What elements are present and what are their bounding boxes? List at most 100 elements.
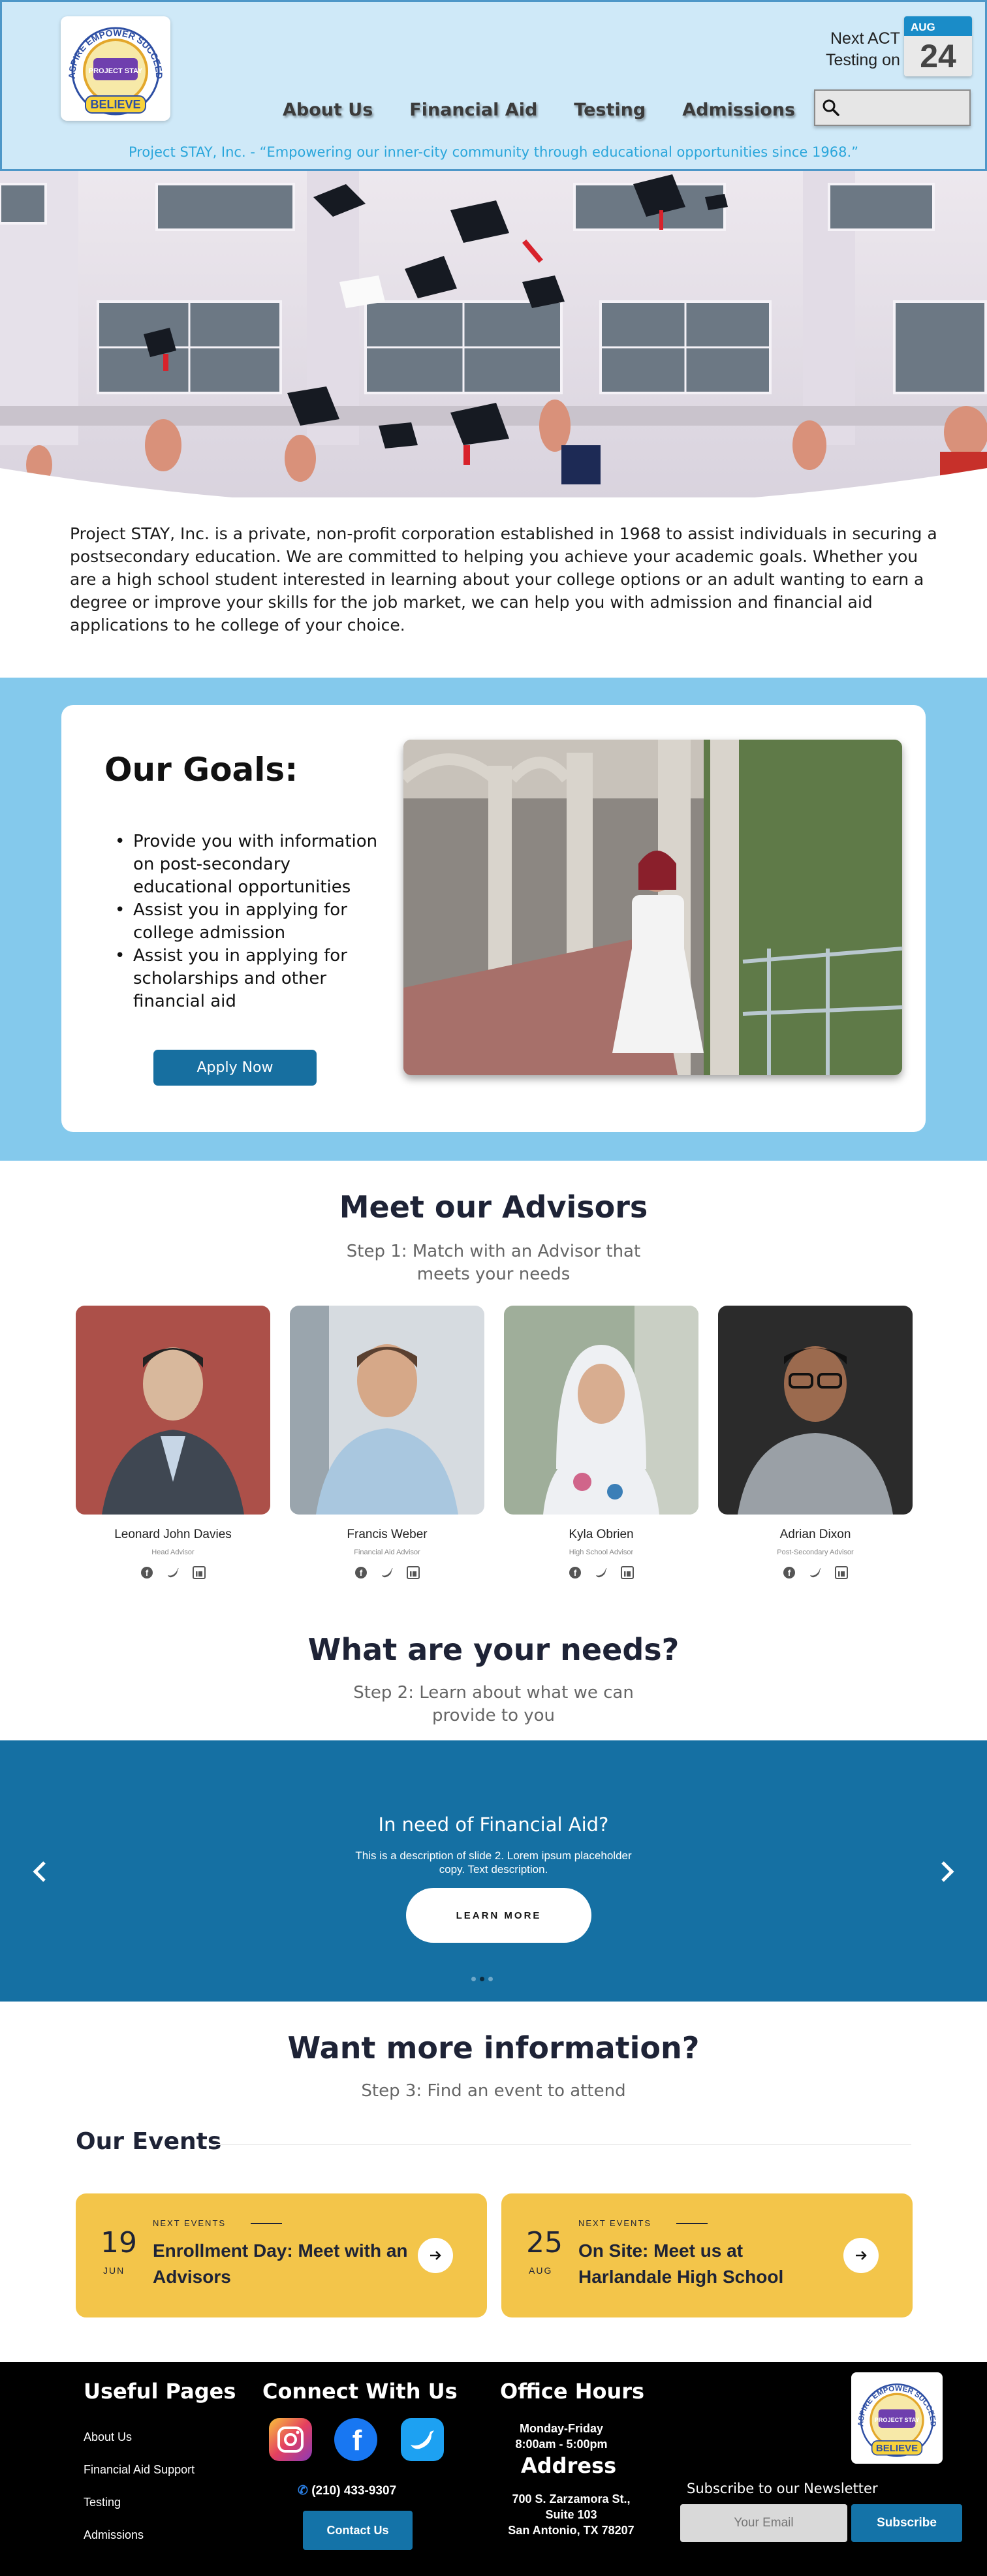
- advisor-grid: Leonard John Davies Head Advisor f Franc…: [76, 1306, 913, 1593]
- goal-item: Assist you in applying for scholarships …: [111, 945, 385, 1013]
- twitter-icon[interactable]: [594, 1565, 608, 1580]
- goal-item: Assist you in applying for college admis…: [111, 899, 385, 945]
- event-day: 25: [526, 2226, 563, 2259]
- useful-pages-list: About Us Financial Aid Support Testing A…: [84, 2421, 195, 2551]
- facebook-icon[interactable]: f: [140, 1565, 154, 1580]
- connect-title: Connect With Us: [262, 2379, 458, 2404]
- advisor-name: Kyla Obrien: [569, 1528, 634, 1541]
- next-act-line1: Next ACT: [830, 29, 900, 48]
- goals-title: Our Goals:: [104, 751, 298, 789]
- learn-more-button[interactable]: LEARN MORE: [406, 1888, 591, 1943]
- subscribe-button[interactable]: Subscribe: [851, 2504, 962, 2542]
- facebook-icon[interactable]: f: [568, 1565, 582, 1580]
- advisor-photo: [504, 1306, 698, 1515]
- chevron-left-icon[interactable]: [26, 1855, 52, 1888]
- instagram-icon[interactable]: [269, 2418, 312, 2461]
- advisor-social: f: [504, 1565, 698, 1580]
- address: 700 S. Zarzamora St., Suite 103 San Anto…: [496, 2491, 646, 2538]
- twitter-icon[interactable]: [166, 1565, 180, 1580]
- nav-testing[interactable]: Testing: [574, 100, 646, 120]
- advisor-card: Leonard John Davies Head Advisor f: [76, 1306, 270, 1580]
- advisor-social: f: [76, 1565, 270, 1580]
- advisor-role: Financial Aid Advisor: [354, 1548, 420, 1556]
- newsletter-email-input[interactable]: [680, 2504, 847, 2542]
- facebook-icon[interactable]: f: [782, 1565, 796, 1580]
- advisor-photo: [718, 1306, 913, 1515]
- next-act-label: Next ACT Testing on: [826, 28, 900, 71]
- footer-link-about-us[interactable]: About Us: [84, 2421, 195, 2453]
- site-logo[interactable]: ASPIRE EMPOWER SUCCEED PROJECT STAY BELI…: [61, 16, 170, 121]
- linkedin-icon[interactable]: [192, 1565, 206, 1580]
- advisor-role: Post-Secondary Advisor: [777, 1548, 854, 1556]
- footer-link-admissions[interactable]: Admissions: [84, 2519, 195, 2551]
- useful-pages-title: Useful Pages: [84, 2379, 236, 2404]
- logo-middle-text: PROJECT STAY: [89, 67, 143, 75]
- footer-link-testing[interactable]: Testing: [84, 2486, 195, 2519]
- nav-financial-aid[interactable]: Financial Aid: [409, 100, 537, 120]
- carousel-dot[interactable]: [488, 1977, 493, 1981]
- footer-logo-middle-text: PROJECT STAY: [875, 2417, 920, 2423]
- next-act-line2: Testing on: [826, 51, 900, 69]
- search-icon[interactable]: [822, 99, 840, 117]
- goals-photo: [403, 740, 902, 1075]
- info-subtitle: Step 3: Find an event to attend: [361, 2081, 626, 2101]
- event-card[interactable]: 19 JUN NEXT EVENTS Enrollment Day: Meet …: [76, 2193, 487, 2317]
- event-day: 19: [101, 2226, 137, 2259]
- contact-us-button[interactable]: Contact Us: [303, 2511, 413, 2550]
- apply-now-button[interactable]: Apply Now: [153, 1050, 317, 1086]
- advisor-name: Francis Weber: [347, 1528, 428, 1541]
- phone-icon: ✆: [298, 2484, 308, 2498]
- needs-subtitle: Step 2: Learn about what we can provide …: [353, 1683, 634, 1725]
- search-box[interactable]: [814, 89, 971, 126]
- search-input[interactable]: [847, 101, 964, 115]
- goal-item: Provide you with information on post-sec…: [111, 830, 385, 899]
- event-kicker: NEXT EVENTS: [578, 2218, 652, 2228]
- calendar-icon: AUG 24: [904, 16, 972, 76]
- advisors-subtitle: Step 1: Match with an Advisor that meets…: [346, 1242, 641, 1284]
- arrow-right-icon[interactable]: [843, 2238, 879, 2273]
- info-title: Want more information?: [287, 2030, 700, 2066]
- linkedin-icon[interactable]: [620, 1565, 634, 1580]
- carousel-dot-active[interactable]: [480, 1977, 484, 1981]
- linkedin-icon[interactable]: [834, 1565, 849, 1580]
- svg-text:f: f: [360, 1568, 363, 1578]
- footer-logo-bottom-text: BELIEVE: [876, 2443, 918, 2454]
- nav-about-us[interactable]: About Us: [283, 100, 373, 120]
- event-month: JUN: [103, 2265, 125, 2276]
- event-kicker-line: [676, 2223, 708, 2224]
- address-line1: 700 S. Zarzamora St.,: [512, 2492, 631, 2505]
- twitter-icon[interactable]: [808, 1565, 822, 1580]
- phone-number[interactable]: ✆ (210) 433-9307: [298, 2483, 396, 2498]
- advisor-social: f: [718, 1565, 913, 1580]
- footer-logo[interactable]: ASPIRE EMPOWER SUCCEED PROJECT STAY BELI…: [851, 2372, 943, 2464]
- facebook-icon[interactable]: f: [334, 2418, 377, 2461]
- logo-bottom-text: BELIEVE: [90, 98, 140, 111]
- main-nav: About Us Financial Aid Testing Admission…: [283, 100, 795, 120]
- advisor-name: Adrian Dixon: [779, 1528, 851, 1541]
- site-header: ASPIRE EMPOWER SUCCEED PROJECT STAY BELI…: [0, 0, 987, 171]
- nav-admissions[interactable]: Admissions: [682, 100, 795, 120]
- svg-text:f: f: [352, 2425, 362, 2454]
- advisor-photo: [76, 1306, 270, 1515]
- twitter-icon[interactable]: [401, 2418, 444, 2461]
- carousel-title: In need of Financial Aid?: [378, 1814, 609, 1836]
- advisor-card: Kyla Obrien High School Advisor f: [504, 1306, 698, 1580]
- twitter-icon[interactable]: [380, 1565, 394, 1580]
- carousel-dots: [471, 1977, 493, 1981]
- events-title: Our Events: [76, 2128, 222, 2155]
- intro-paragraph: Project STAY, Inc. is a private, non-pro…: [70, 524, 937, 635]
- facebook-icon[interactable]: f: [354, 1565, 368, 1580]
- event-card[interactable]: 25 AUG NEXT EVENTS On Site: Meet us at H…: [501, 2193, 913, 2317]
- footer-link-financial-aid[interactable]: Financial Aid Support: [84, 2453, 195, 2486]
- event-kicker: NEXT EVENTS: [153, 2218, 227, 2228]
- carousel-dot[interactable]: [471, 1977, 476, 1981]
- chevron-right-icon[interactable]: [935, 1855, 961, 1888]
- tagline: Project STAY, Inc. - “Empowering our inn…: [128, 144, 859, 160]
- carousel-description: This is a description of slide 2. Lorem …: [355, 1849, 632, 1876]
- advisor-role: High School Advisor: [569, 1548, 634, 1556]
- linkedin-icon[interactable]: [406, 1565, 420, 1580]
- advisor-role: Head Advisor: [151, 1548, 195, 1556]
- address-title: Address: [521, 2453, 617, 2478]
- arrow-right-icon[interactable]: [418, 2238, 453, 2273]
- address-line2: Suite 103: [545, 2508, 597, 2521]
